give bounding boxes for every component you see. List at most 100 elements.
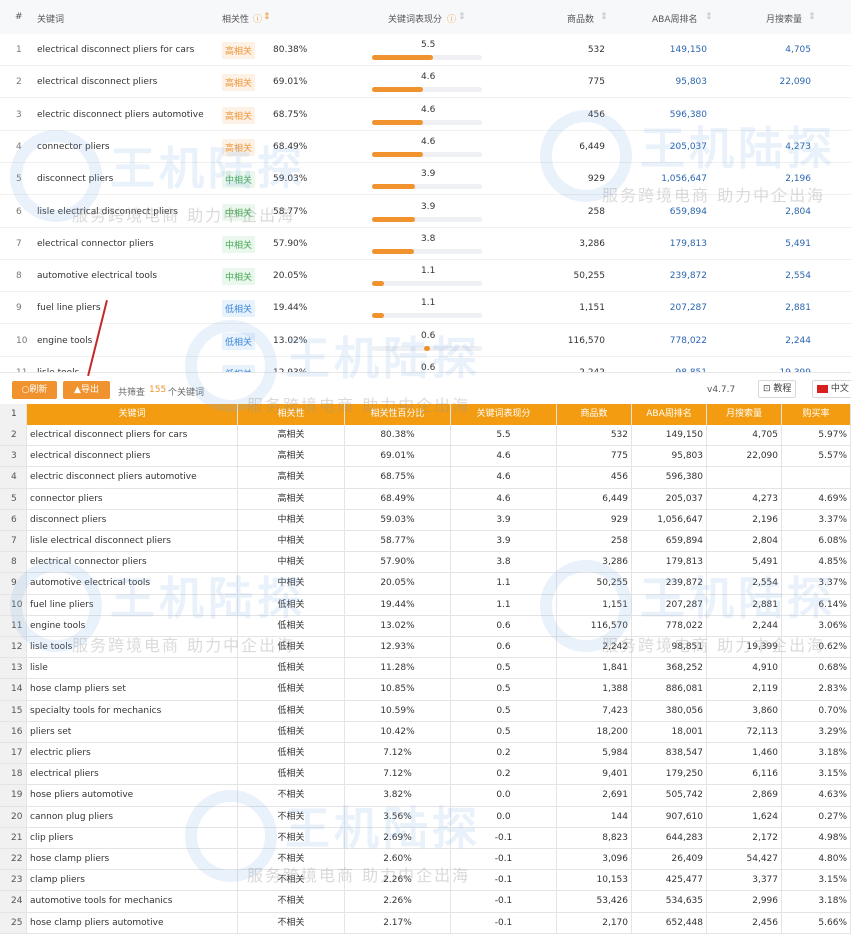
aba-rank-link[interactable]: 207,287	[670, 303, 707, 313]
table-row[interactable]: 2 electrical disconnect pliers 高相关 69.01% 4.…	[0, 66, 851, 99]
aba-rank-cell[interactable]: 907,610	[632, 806, 707, 827]
aba-rank-cell[interactable]: 505,742	[632, 785, 707, 806]
products-cell[interactable]: 1,388	[557, 679, 632, 700]
table-row[interactable]: 3 electrical disconnect pliers 高相关 69.01% 4.…	[0, 446, 851, 468]
score-cell[interactable]: 3.9	[451, 509, 557, 530]
table-row[interactable]: 23 clamp pliers 不相关 2.26% -0.1 10,153 425,477 3…	[0, 870, 851, 892]
monthly-search-cell[interactable]: 72,113	[707, 721, 782, 742]
help-icon[interactable]: ⓘ	[253, 12, 262, 25]
aba-rank-cell[interactable]: 886,081	[632, 679, 707, 700]
products-cell[interactable]: 3,096	[557, 849, 632, 870]
percent-cell[interactable]: 11.28%	[345, 658, 451, 679]
aba-rank-link[interactable]: 596,380	[670, 110, 707, 120]
relevance-cell[interactable]: 低相关	[238, 615, 345, 636]
products-cell[interactable]: 532	[557, 425, 632, 446]
products-cell[interactable]: 3,286	[557, 552, 632, 573]
percent-cell[interactable]: 12.93%	[345, 637, 451, 658]
buy-rate-cell[interactable]: 6.14%	[782, 594, 851, 615]
relevance-cell[interactable]: 不相关	[238, 806, 345, 827]
score-cell[interactable]: 0.0	[451, 785, 557, 806]
products-cell[interactable]: 1,841	[557, 658, 632, 679]
table-row[interactable]: 17 electric pliers 低相关 7.12% 0.2 5,984 838,547…	[0, 743, 851, 765]
buy-rate-cell[interactable]: 4.98%	[782, 827, 851, 848]
table-row[interactable]: 5 connector pliers 高相关 68.49% 4.6 6,449 205,03…	[0, 488, 851, 510]
score-cell[interactable]: 0.0	[451, 806, 557, 827]
keyword-cell[interactable]: engine tools	[37, 336, 92, 346]
monthly-search-link[interactable]: 2,244	[785, 336, 811, 346]
table-row[interactable]: 8 automotive electrical tools 中相关 20.05% 1.1…	[0, 260, 851, 293]
buy-rate-cell[interactable]: 3.18%	[782, 891, 851, 912]
aba-rank-cell[interactable]: 149,150	[632, 425, 707, 446]
monthly-search-link[interactable]: 2,804	[785, 207, 811, 217]
relevance-cell[interactable]: 中相关	[238, 509, 345, 530]
keyword-cell[interactable]: automotive electrical tools	[37, 271, 157, 281]
table-row[interactable]: 11 engine tools 低相关 13.02% 0.6 116,570 778,022…	[0, 615, 851, 637]
sheet-header-buy-rate[interactable]: 购买率	[782, 404, 851, 425]
aba-rank-cell[interactable]: 98,851	[632, 637, 707, 658]
aba-rank-link[interactable]: 205,037	[670, 142, 707, 152]
relevance-cell[interactable]: 高相关	[238, 425, 345, 446]
score-cell[interactable]: 0.5	[451, 721, 557, 742]
aba-rank-cell[interactable]: 838,547	[632, 743, 707, 764]
keyword-cell[interactable]: lisle	[27, 658, 238, 679]
keyword-cell[interactable]: lisle tools	[27, 637, 238, 658]
keyword-cell[interactable]: specialty tools for mechanics	[27, 700, 238, 721]
percent-cell[interactable]: 2.26%	[345, 870, 451, 891]
relevance-cell[interactable]: 高相关	[238, 446, 345, 467]
monthly-search-cell[interactable]: 2,119	[707, 679, 782, 700]
table-row[interactable]: 10 fuel line pliers 低相关 19.44% 1.1 1,151 207,2…	[0, 594, 851, 616]
keyword-cell[interactable]: pliers set	[27, 721, 238, 742]
percent-cell[interactable]: 3.82%	[345, 785, 451, 806]
score-cell[interactable]: 0.5	[451, 658, 557, 679]
table-row[interactable]: 22 hose clamp pliers 不相关 2.60% -0.1 3,096 26,4…	[0, 849, 851, 871]
products-cell[interactable]: 144	[557, 806, 632, 827]
keyword-cell[interactable]: hose clamp pliers automotive	[27, 912, 238, 933]
monthly-search-cell[interactable]: 3,860	[707, 700, 782, 721]
buy-rate-cell[interactable]: 6.08%	[782, 531, 851, 552]
products-cell[interactable]: 929	[557, 509, 632, 530]
sheet-header-products[interactable]: 商品数	[557, 404, 632, 425]
relevance-cell[interactable]: 不相关	[238, 827, 345, 848]
aba-rank-link[interactable]: 778,022	[670, 336, 707, 346]
percent-cell[interactable]: 10.59%	[345, 700, 451, 721]
percent-cell[interactable]: 2.17%	[345, 912, 451, 933]
table-row[interactable]: 13 lisle 低相关 11.28% 0.5 1,841 368,252 4,910 0.68…	[0, 658, 851, 680]
sheet-header-relevance[interactable]: 相关性	[238, 404, 345, 425]
relevance-cell[interactable]: 高相关	[238, 488, 345, 509]
products-cell[interactable]: 6,449	[557, 488, 632, 509]
buy-rate-cell[interactable]: 3.29%	[782, 721, 851, 742]
sheet-header-monthly[interactable]: 月搜索量	[707, 404, 782, 425]
monthly-search-cell[interactable]: 6,116	[707, 764, 782, 785]
monthly-search-cell[interactable]: 2,996	[707, 891, 782, 912]
buy-rate-cell[interactable]: 3.37%	[782, 573, 851, 594]
refresh-button[interactable]: ○刷新	[12, 381, 57, 399]
aba-rank-cell[interactable]: 95,803	[632, 446, 707, 467]
score-cell[interactable]: 4.6	[451, 488, 557, 509]
aba-rank-cell[interactable]: 368,252	[632, 658, 707, 679]
header-score[interactable]: 关键词表现分	[388, 12, 442, 25]
monthly-search-cell[interactable]: 2,244	[707, 615, 782, 636]
percent-cell[interactable]: 69.01%	[345, 446, 451, 467]
buy-rate-cell[interactable]: 5.97%	[782, 425, 851, 446]
monthly-search-cell[interactable]: 1,460	[707, 743, 782, 764]
table-row[interactable]: 15 specialty tools for mechanics 低相关 10.59%…	[0, 700, 851, 722]
table-row[interactable]: 1 electrical disconnect pliers for cars 高相…	[0, 34, 851, 66]
score-cell[interactable]: 4.6	[451, 446, 557, 467]
buy-rate-cell[interactable]: 0.68%	[782, 658, 851, 679]
score-cell[interactable]: 3.9	[451, 531, 557, 552]
table-row[interactable]: 18 electrical pliers 低相关 7.12% 0.2 9,401 179,2…	[0, 764, 851, 786]
keyword-cell[interactable]: fuel line pliers	[37, 303, 101, 313]
score-cell[interactable]: 1.1	[451, 594, 557, 615]
table-row[interactable]: 12 lisle tools 低相关 12.93% 0.6 2,242 98,851 19,3…	[0, 637, 851, 659]
relevance-cell[interactable]: 不相关	[238, 785, 345, 806]
keyword-cell[interactable]: electric pliers	[27, 743, 238, 764]
table-row[interactable]: 6 disconnect pliers 中相关 59.03% 3.9 929 1,056,6…	[0, 509, 851, 531]
relevance-cell[interactable]: 中相关	[238, 573, 345, 594]
aba-rank-link[interactable]: 149,150	[670, 45, 707, 55]
export-button[interactable]: ▲导出	[63, 381, 110, 399]
sheet-header-keyword[interactable]: 关键词	[27, 404, 238, 425]
keyword-cell[interactable]: electric disconnect pliers automotive	[27, 467, 238, 488]
score-cell[interactable]: 5.5	[451, 425, 557, 446]
monthly-search-cell[interactable]: 2,869	[707, 785, 782, 806]
monthly-search-link[interactable]: 2,196	[785, 174, 811, 184]
